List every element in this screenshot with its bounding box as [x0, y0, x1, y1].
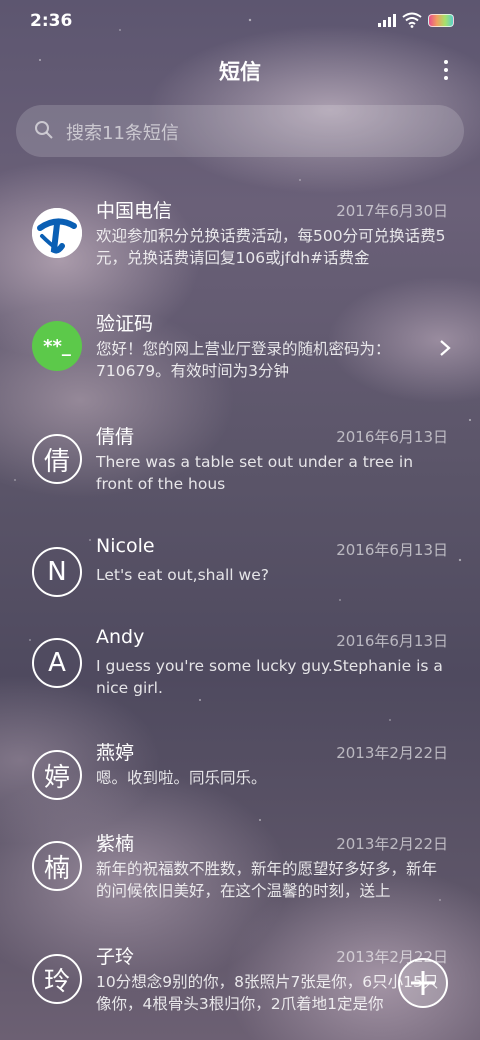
search-bar[interactable]: 搜索11条短信	[16, 105, 464, 157]
conversation-item[interactable]: A Andy 2016年6月13日 I guess you're some lu…	[0, 608, 480, 718]
message-preview: 10分想念9别的你，8张照片7张是你，6只小15只像你，4根骨头3根归你，2爪着…	[96, 973, 439, 1013]
status-time: 2:36	[30, 11, 73, 31]
conversation-item[interactable]: 倩 倩倩 2016年6月13日 There was a table set ou…	[0, 404, 480, 514]
avatar: N	[32, 547, 82, 597]
plus-icon	[411, 971, 435, 995]
contact-name: 中国电信	[96, 200, 173, 222]
contact-name: 燕婷	[96, 742, 135, 764]
contact-name: Nicole	[96, 535, 155, 557]
message-preview: 欢迎参加积分兑换话费活动，每500分可兑换话费5元，兑换话费请回复106或jfd…	[96, 227, 446, 267]
page-title: 短信	[219, 60, 261, 84]
contact-name: 倩倩	[96, 426, 135, 448]
chevron-right-icon[interactable]	[438, 338, 452, 358]
message-date: 2013年2月22日	[336, 744, 448, 762]
conversation-item[interactable]: 中国电信 2017年6月30日 欢迎参加积分兑换话费活动，每500分可兑换话费5…	[0, 178, 480, 288]
wifi-icon	[402, 12, 422, 28]
conversation-item[interactable]: **_ 验证码 您好！您的网上营业厅登录的随机密码为：710679。有效时间为3…	[0, 291, 480, 401]
contact-name: 子玲	[96, 946, 135, 968]
battery-icon	[428, 14, 454, 27]
contact-name: 紫楠	[96, 833, 135, 855]
avatar: 倩	[32, 434, 82, 484]
message-preview: 嗯。收到啦。同乐同乐。	[96, 769, 267, 787]
more-menu-button[interactable]	[436, 58, 456, 84]
message-date: 2013年2月22日	[336, 835, 448, 853]
contact-name: Andy	[96, 626, 145, 648]
avatar: 玲	[32, 954, 82, 1004]
message-date: 2016年6月13日	[336, 632, 448, 650]
search-input[interactable]: 搜索11条短信	[66, 119, 179, 145]
message-date: 2016年6月13日	[336, 428, 448, 446]
message-preview: Let's eat out,shall we?	[96, 566, 269, 584]
status-bar: 2:36	[0, 0, 480, 42]
search-icon	[35, 121, 53, 139]
signal-icon	[378, 14, 396, 27]
china-telecom-logo-icon	[32, 208, 82, 258]
message-preview: 新年的祝福数不胜数，新年的愿望好多好多，新年的问候依旧美好，在这个温馨的时刻，送…	[96, 860, 438, 900]
compose-button[interactable]	[398, 958, 448, 1008]
message-preview: 您好！您的网上营业厅登录的随机密码为：710679。有效时间为3分钟	[96, 340, 391, 380]
contact-name: 验证码	[96, 313, 154, 335]
avatar: A	[32, 638, 82, 688]
moon-icon	[324, 574, 353, 603]
message-preview: I guess you're some lucky guy.Stephanie …	[96, 657, 443, 697]
avatar: 楠	[32, 841, 82, 891]
message-preview: There was a table set out under a tree i…	[96, 453, 414, 493]
avatar: **_	[32, 321, 82, 371]
conversation-item[interactable]: 楠 紫楠 2013年2月22日 新年的祝福数不胜数，新年的愿望好多好多，新年的问…	[0, 811, 480, 921]
message-date: 2016年6月13日	[336, 541, 448, 559]
message-date: 2017年6月30日	[336, 202, 448, 220]
app-header: 短信	[0, 48, 480, 92]
avatar: 婷	[32, 750, 82, 800]
